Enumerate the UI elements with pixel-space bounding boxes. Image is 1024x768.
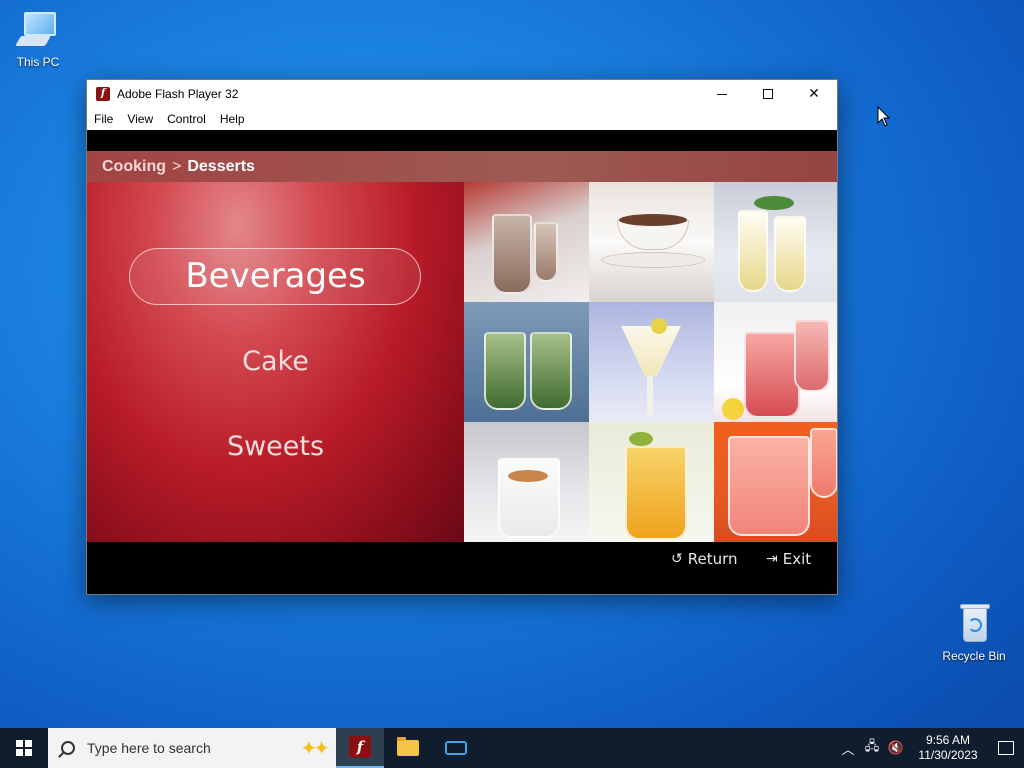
- taskbar-file-explorer[interactable]: [384, 728, 432, 768]
- return-label: Return: [687, 550, 738, 568]
- search-box[interactable]: Type here to search ✦✦: [48, 728, 336, 768]
- start-button[interactable]: [0, 728, 48, 768]
- clock-time: 9:56 AM: [925, 733, 971, 747]
- menu-view[interactable]: View: [127, 112, 153, 126]
- volume-muted-icon[interactable]: 🔇: [884, 740, 908, 756]
- minimize-button[interactable]: [699, 80, 745, 108]
- breadcrumb-current: Desserts: [187, 157, 255, 175]
- desktop-icon-this-pc[interactable]: This PC: [0, 8, 76, 69]
- category-menu: Beverages Cake Sweets: [87, 182, 464, 542]
- network-icon[interactable]: 🖧: [860, 737, 884, 759]
- control-bar: ↺ Return ⇥ Exit: [87, 542, 837, 594]
- category-sweets[interactable]: Sweets: [87, 431, 464, 462]
- network-app-icon: [445, 741, 467, 755]
- search-placeholder: Type here to search: [87, 740, 211, 756]
- photo-yogurt-drink: [464, 422, 589, 542]
- maximize-icon: [763, 89, 773, 99]
- title-bar[interactable]: f Adobe Flash Player 32 ✕: [87, 80, 837, 108]
- category-beverages[interactable]: Beverages: [87, 248, 464, 305]
- clock-date: 11/30/2023: [918, 748, 978, 762]
- maximize-button[interactable]: [745, 80, 791, 108]
- search-icon: [61, 741, 75, 755]
- photo-pink-lemonade: [714, 422, 837, 542]
- return-button[interactable]: ↺ Return: [671, 550, 738, 568]
- exit-label: Exit: [782, 550, 812, 568]
- close-button[interactable]: ✕: [791, 80, 837, 108]
- photo-lemon-cocktail: [589, 302, 714, 422]
- desktop-icon-label: This PC: [16, 55, 60, 69]
- flash-player-icon: f: [349, 736, 371, 758]
- desktop-icon-recycle-bin[interactable]: Recycle Bin: [936, 602, 1012, 663]
- breadcrumb-separator: >: [172, 157, 182, 175]
- exit-button[interactable]: ⇥ Exit: [766, 550, 811, 568]
- breadcrumb: Cooking > Desserts: [87, 151, 837, 182]
- minimize-icon: [717, 93, 727, 95]
- photo-green-smoothie: [464, 302, 589, 422]
- menu-file[interactable]: File: [94, 112, 113, 126]
- menu-control[interactable]: Control: [167, 112, 206, 126]
- flash-player-window: f Adobe Flash Player 32 ✕ File View Cont…: [86, 79, 838, 595]
- mouse-cursor-icon: [877, 106, 891, 127]
- windows-logo-icon: [16, 740, 32, 756]
- flash-stage: Cooking > Desserts Beverages Cake Sweets: [87, 130, 837, 594]
- photo-coffee-cup: [589, 182, 714, 302]
- recycle-bin-icon: [950, 602, 998, 646]
- breadcrumb-root[interactable]: Cooking: [102, 158, 166, 176]
- photo-berry-smoothie: [714, 302, 837, 422]
- computer-icon: [14, 8, 62, 52]
- exit-icon: ⇥: [766, 551, 778, 567]
- system-tray: ︿ 🖧 🔇 9:56 AM 11/30/2023: [836, 733, 1024, 763]
- flash-player-icon: f: [96, 87, 110, 101]
- window-title: Adobe Flash Player 32: [117, 87, 239, 101]
- taskbar-flash-player[interactable]: f: [336, 728, 384, 768]
- notification-button[interactable]: [988, 741, 1024, 755]
- category-cake[interactable]: Cake: [87, 346, 464, 377]
- taskbar-network-app[interactable]: [432, 728, 480, 768]
- chevron-up-icon[interactable]: ︿: [836, 739, 860, 758]
- notification-icon: [998, 741, 1014, 755]
- return-icon: ↺: [671, 551, 683, 567]
- photo-cream-parfait: [714, 182, 837, 302]
- file-explorer-icon: [397, 737, 419, 756]
- desktop-icon-label: Recycle Bin: [942, 649, 1006, 663]
- photo-chocolate-drink: [464, 182, 589, 302]
- copilot-sparkle-icon: ✦✦: [300, 737, 329, 760]
- photo-grid: [464, 182, 837, 542]
- menu-bar: File View Control Help: [87, 108, 837, 130]
- photo-orange-juice: [589, 422, 714, 542]
- menu-help[interactable]: Help: [220, 112, 245, 126]
- clock[interactable]: 9:56 AM 11/30/2023: [912, 733, 984, 763]
- close-icon: ✕: [808, 86, 820, 102]
- taskbar: Type here to search ✦✦ f ︿ 🖧 🔇 9:56 AM 1…: [0, 728, 1024, 768]
